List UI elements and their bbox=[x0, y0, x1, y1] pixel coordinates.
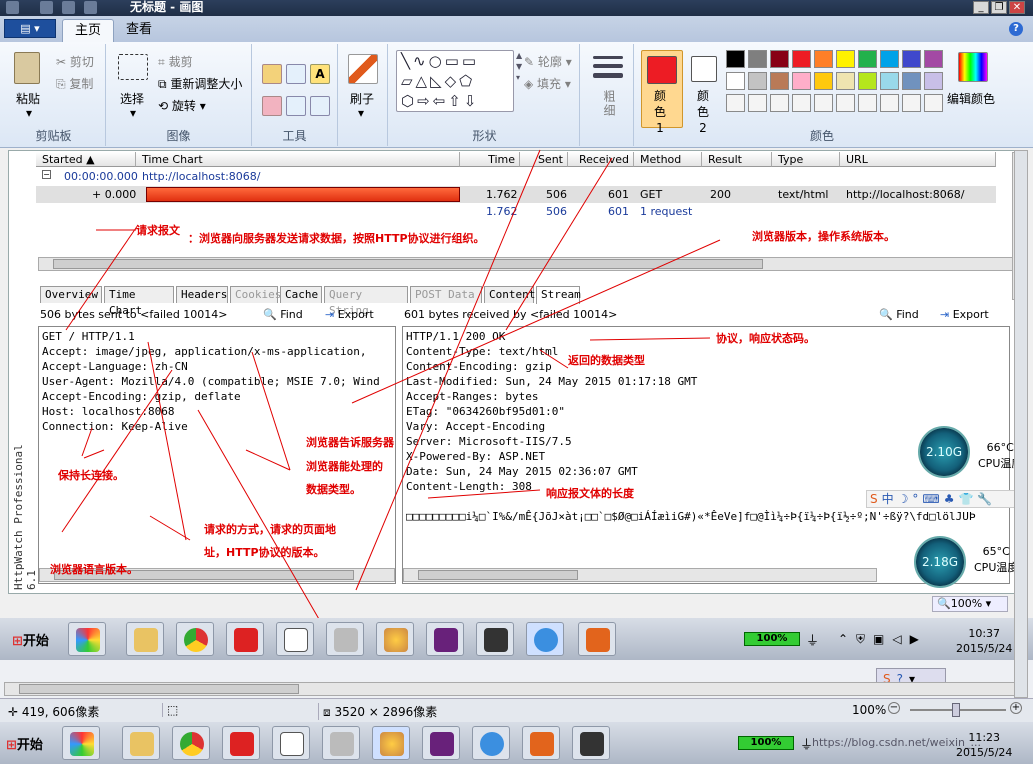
inner-task-paint[interactable] bbox=[376, 622, 414, 656]
camera-icon bbox=[484, 628, 508, 652]
inner-task-camera[interactable] bbox=[476, 622, 514, 656]
canvas-size: ⧈ 3520 × 2896像素 bbox=[318, 703, 437, 720]
pinwheel-icon bbox=[76, 628, 100, 652]
camera-icon bbox=[580, 732, 604, 756]
chart-app-icon bbox=[280, 732, 304, 756]
zoom-slider-thumb[interactable] bbox=[952, 703, 960, 717]
outer-task-vs[interactable] bbox=[422, 726, 460, 760]
cursor-position: ✛ 419, 606像素 bbox=[8, 705, 100, 719]
arrow-line bbox=[245, 449, 291, 471]
live-icon bbox=[234, 628, 258, 652]
outer-task-live[interactable] bbox=[222, 726, 260, 760]
arrow-line bbox=[505, 157, 613, 331]
inner-start-label: 开始 bbox=[22, 634, 49, 649]
ie-icon bbox=[480, 732, 504, 756]
outer-battery: 100% bbox=[738, 736, 794, 750]
inner-task-ie[interactable] bbox=[526, 622, 564, 656]
outer-task-ppt[interactable] bbox=[522, 726, 560, 760]
arrow-line bbox=[251, 351, 291, 471]
inner-task-pinwheel[interactable] bbox=[68, 622, 106, 656]
inner-task-live[interactable] bbox=[226, 622, 264, 656]
tools-app-icon bbox=[330, 732, 354, 756]
cursor-position-value: 419, 606像素 bbox=[21, 705, 100, 719]
inner-task-tools[interactable] bbox=[326, 622, 364, 656]
chart-app-icon bbox=[284, 628, 308, 652]
arrow-line bbox=[83, 449, 105, 459]
canvas-hscroll[interactable] bbox=[4, 682, 1024, 696]
outer-time: 11:23 bbox=[968, 731, 1001, 744]
inner-task-vs[interactable] bbox=[426, 622, 464, 656]
outer-date: 2015/5/24 bbox=[956, 746, 1013, 759]
outer-task-chart[interactable] bbox=[272, 726, 310, 760]
powerpoint-icon bbox=[586, 628, 610, 652]
inner-tray-icons[interactable]: ⌃⛨▣◁▶ bbox=[838, 632, 927, 647]
outer-start-icon: ⊞ bbox=[6, 738, 17, 753]
inner-battery: 100% bbox=[744, 632, 800, 646]
chrome-icon bbox=[180, 732, 204, 756]
paint-icon bbox=[380, 732, 404, 756]
zoom-in-button[interactable]: + bbox=[1010, 702, 1022, 714]
folder-icon bbox=[134, 628, 158, 652]
outer-task-chrome[interactable] bbox=[172, 726, 210, 760]
outer-task-camera[interactable] bbox=[572, 726, 610, 760]
zoom-level: 100% bbox=[852, 703, 887, 717]
arrow-line bbox=[351, 239, 721, 404]
arrow-line bbox=[81, 427, 93, 457]
inner-task-chart[interactable] bbox=[276, 622, 314, 656]
outer-task-tools[interactable] bbox=[322, 726, 360, 760]
inner-taskbar: ⊞开始 100% ⏚ ⌃⛨▣◁▶ 10:37 2015/5/24 bbox=[0, 618, 1033, 660]
selection-size-icon: ⬚ bbox=[162, 703, 178, 717]
tools-app-icon bbox=[334, 628, 358, 652]
outer-task-pinwheel[interactable] bbox=[62, 726, 100, 760]
outer-taskbar: ⊞开始 100% ⏚ https://blog.csdn.net/weixin_… bbox=[0, 722, 1033, 764]
paint-icon bbox=[384, 628, 408, 652]
live-icon bbox=[230, 732, 254, 756]
powerpoint-icon bbox=[530, 732, 554, 756]
arrow-line bbox=[65, 224, 139, 331]
visual-studio-icon bbox=[434, 628, 458, 652]
arrow-line bbox=[539, 349, 569, 369]
outer-start-label: 开始 bbox=[16, 738, 43, 753]
zoom-dropdown[interactable]: 🔍100% ▾ bbox=[932, 596, 1008, 612]
outer-task-ie[interactable] bbox=[472, 726, 510, 760]
inner-start-icon: ⊞ bbox=[12, 634, 23, 649]
outer-clock[interactable]: 11:23 2015/5/24 bbox=[956, 730, 1012, 760]
outer-task-explorer[interactable] bbox=[122, 726, 160, 760]
arrow-line bbox=[147, 341, 187, 541]
zoom-value: 100% bbox=[950, 597, 983, 610]
arrow-line bbox=[355, 149, 541, 591]
pinwheel-icon bbox=[70, 732, 94, 756]
ie-icon bbox=[534, 628, 558, 652]
inner-date: 2015/5/24 bbox=[956, 642, 1013, 655]
canvas-vscroll[interactable] bbox=[1014, 150, 1028, 698]
inner-task-chrome[interactable] bbox=[176, 622, 214, 656]
zoom-out-button[interactable]: − bbox=[888, 702, 900, 714]
chrome-icon bbox=[184, 628, 208, 652]
inner-task-explorer[interactable] bbox=[126, 622, 164, 656]
inner-start-button[interactable]: ⊞开始 bbox=[12, 630, 49, 649]
outer-start-button[interactable]: ⊞开始 bbox=[6, 734, 43, 753]
status-bar: ✛ 419, 606像素 ⬚ ⧈ 3520 × 2896像素 100% − + bbox=[0, 698, 1033, 722]
arrow-line bbox=[427, 489, 541, 499]
zoom-icon: 🔍 bbox=[937, 597, 951, 610]
inner-clock[interactable]: 10:37 2015/5/24 bbox=[956, 626, 1012, 656]
inner-plug-icon: ⏚ bbox=[806, 634, 820, 649]
visual-studio-icon bbox=[430, 732, 454, 756]
folder-icon bbox=[130, 732, 154, 756]
outer-task-paint[interactable] bbox=[372, 726, 410, 760]
inner-time: 10:37 bbox=[968, 627, 1001, 640]
arrow-line bbox=[589, 337, 711, 341]
canvas-size-value: 3520 × 2896像素 bbox=[334, 705, 438, 719]
arrow-line bbox=[61, 369, 173, 533]
inner-task-ppt[interactable] bbox=[578, 622, 616, 656]
canvas-hscroll-thumb[interactable] bbox=[19, 684, 299, 694]
